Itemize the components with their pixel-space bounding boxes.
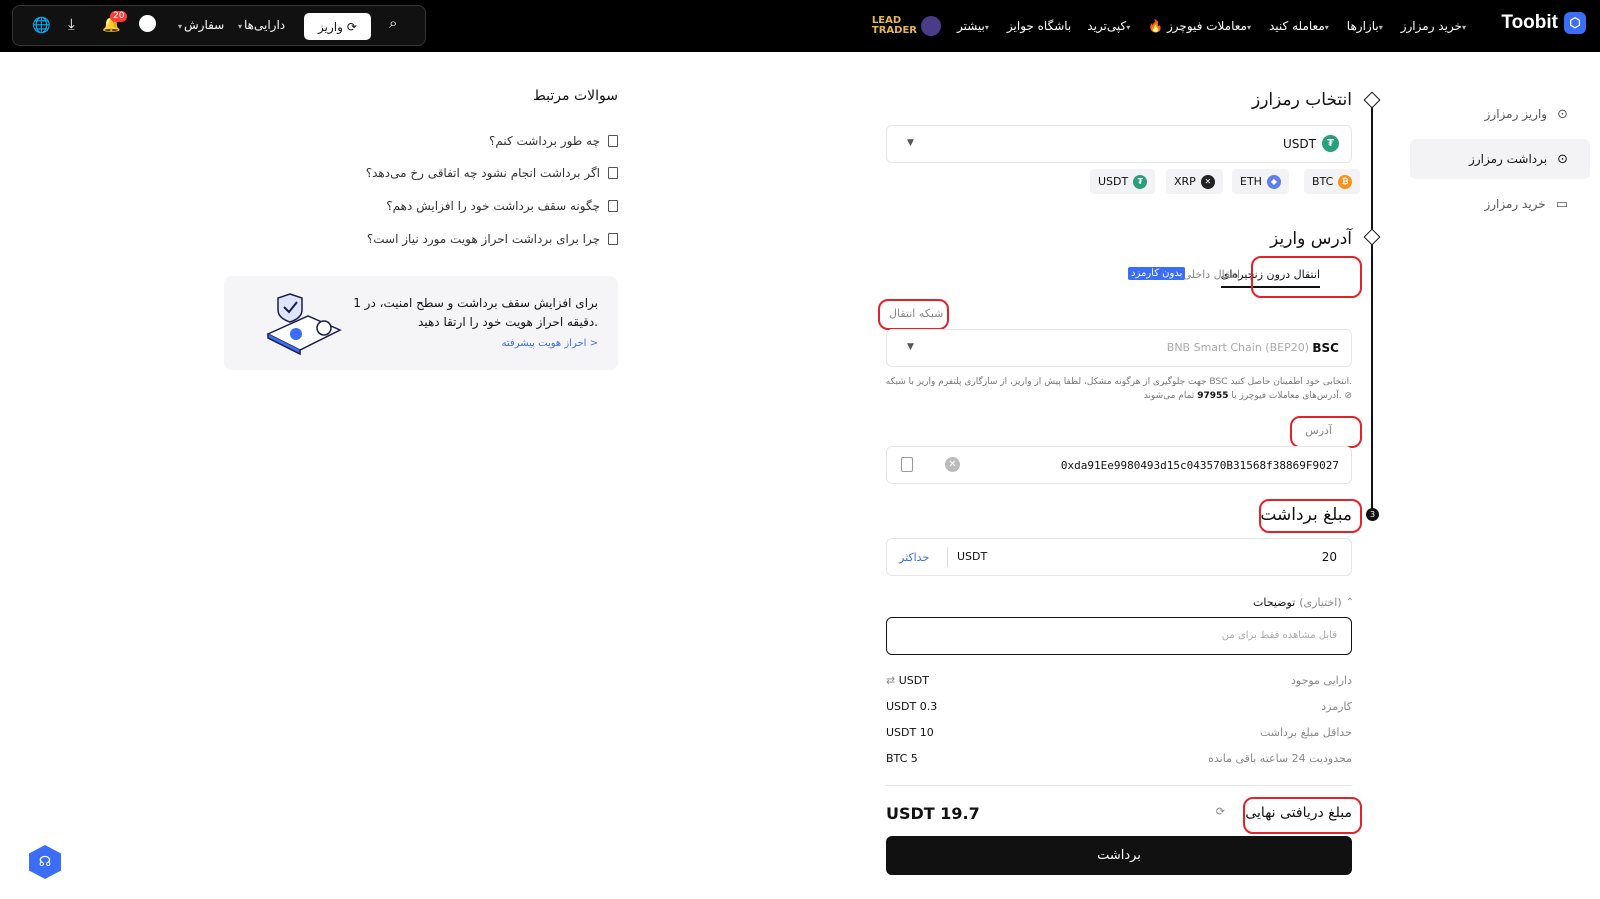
highlight-onchain-tab [1251,256,1362,298]
chip-eth[interactable]: ETH ◆ [1232,169,1289,194]
document-icon [608,167,618,179]
support-headset-icon[interactable]: ☊ [29,845,61,879]
sidebar-item-buy[interactable]: خرید رمزارز ▭ [1410,184,1590,224]
circle-arrow-down-icon: ⊙ [1557,106,1568,122]
kyc-illustration [266,293,342,356]
step-3-icon: 3 [1366,508,1379,521]
tab-internal[interactable]: انتقال داخلی [1183,268,1240,281]
globe-icon[interactable]: 🌐 [32,16,51,34]
faq-item[interactable]: چرا برای برداشت احراز هویت مورد نیاز است… [367,232,618,246]
kyc-link[interactable]: احراز هویت پیشرفته > [353,334,598,353]
deposit-icon: ⟳ [346,19,357,34]
brand-name: Toobit [1501,12,1558,33]
crypto-select[interactable]: USDT ₮ ▼ [886,125,1352,163]
faq-item[interactable]: چگونه سقف برداشت خود را افزایش دهم؟ [386,199,618,213]
document-icon [608,200,618,212]
select-crypto-title: انتخاب رمزارز [1252,90,1352,110]
nav-futures[interactable]: 🔥 معاملات فیوچرز▾ [1148,19,1253,33]
chevron-down-icon: ▼ [907,138,914,148]
nav-trade[interactable]: معامله کنید▾ [1269,19,1331,33]
chip-usdt[interactable]: USDT ₮ [1090,169,1156,194]
address-book-icon[interactable] [901,457,913,472]
nav-more[interactable]: بیشتر▾ [957,19,991,33]
free-badge: بدون کارمزد [1128,267,1186,280]
swap-icon[interactable]: ⇄ [886,674,895,687]
network-warning: جهت جلوگیری از هرگونه مشکل، لطفا پیش از … [885,377,1352,401]
card-icon: ▭ [1555,196,1568,212]
refresh-icon[interactable]: ⟳ [1216,805,1225,818]
main-nav: خرید رمزارز▾ بازارها▾ معامله کنید▾ 🔥 معا… [872,16,1468,36]
tether-icon: ₮ [1322,135,1339,152]
info-row-fee: کارمزد USDT 0.3 [886,700,1352,713]
top-bar: Toobit ⬡ خرید رمزارز▾ بازارها▾ معامله کن… [0,0,1600,52]
notes-toggle[interactable]: توضیحات (اختیاری) ⌃ [1253,596,1354,609]
lead-trader-icon [920,16,941,36]
chevron-up-icon: ⌃ [1345,597,1354,608]
faq-item[interactable]: چه طور برداشت کنم؟ [489,134,618,148]
address-input[interactable]: 0xda91Ee9980493d15c043570B31568f38869F90… [886,446,1352,484]
nav-buy-crypto[interactable]: خرید رمزارز▾ [1401,19,1468,33]
nav-orders[interactable]: ▾ سفارش [178,18,224,32]
address-title: آدرس واریز [1270,229,1352,249]
notes-input[interactable]: قابل مشاهده فقط برای من [886,617,1352,655]
step-timeline [1371,100,1373,514]
step-2-icon [1363,228,1381,246]
notification-badge: 20 [110,11,128,22]
step-1-icon [1363,91,1381,109]
sidebar-item-deposit[interactable]: واریز رمزارز ⊙ [1410,94,1590,134]
document-icon [608,135,618,147]
nav-markets[interactable]: بازارها▾ [1347,19,1385,33]
network-select[interactable]: BSC BNB Smart Chain (BEP20) ▼ [886,329,1352,367]
deposit-button[interactable]: واریز ⟳ [304,13,371,40]
withdraw-submit-button[interactable]: برداشت [886,836,1352,875]
highlight-address-label [1290,416,1362,448]
highlight-final-amount [1243,797,1362,834]
lead-trader-link[interactable]: LEAD TRADER [872,16,941,36]
highlight-amount-title [1259,499,1362,533]
tether-icon: ₮ [1133,174,1148,189]
info-row-min: حداقل مبلغ برداشت USDT 10 [886,726,1352,739]
brand-logo[interactable]: Toobit ⬡ [1501,12,1586,34]
sidebar-item-withdraw[interactable]: برداشت رمزارز ⊙ [1410,139,1590,179]
clear-icon[interactable]: ✕ [945,457,960,472]
avatar-icon[interactable] [139,15,156,32]
btc-icon: ₿ [1338,174,1353,189]
nav-copytrade[interactable]: کپی‌ترید▾ [1087,19,1132,33]
search-icon[interactable]: ⌕ [389,14,397,32]
nav-rewards[interactable]: باشگاه جوایز [1007,19,1071,33]
chip-xrp[interactable]: XRP ✕ [1166,169,1223,194]
faq-title: سوالات مرتبط [532,88,618,104]
final-amount-value: USDT 19.7 [886,804,980,823]
fire-icon: 🔥 [1148,19,1164,33]
max-button[interactable]: حداکثر [899,551,929,564]
amount-input[interactable]: 20 USDT حداکثر [886,538,1352,576]
chevron-down-icon: ▼ [907,342,914,352]
brand-icon: ⬡ [1564,12,1586,34]
download-icon[interactable]: ⤓ [68,15,75,33]
chip-btc[interactable]: BTC ₿ [1304,169,1361,194]
circle-arrow-up-icon: ⊙ [1557,151,1568,167]
faq-item[interactable]: اگر برداشت انجام نشود چه اتفاقی رخ می‌ده… [366,166,618,180]
highlight-network-label [878,299,949,330]
xrp-icon: ✕ [1200,174,1215,189]
sidebar: واریز رمزارز ⊙ برداشت رمزارز ⊙ خرید رمزا… [1410,94,1590,229]
nav-assets[interactable]: ▾ دارایی‌ها [238,18,285,32]
kyc-card: برای افزایش سقف برداشت و سطح امنیت، در 1… [224,276,618,370]
info-row-balance: دارایی موجود ⇄ USDT [886,674,1352,687]
link-icon[interactable]: ⊘ [1344,391,1352,401]
info-row-limit: محدودیت 24 ساعته باقی مانده BTC 5 [886,752,1352,765]
divider [886,785,1352,786]
eth-icon: ◆ [1266,174,1281,189]
document-icon [608,233,618,245]
